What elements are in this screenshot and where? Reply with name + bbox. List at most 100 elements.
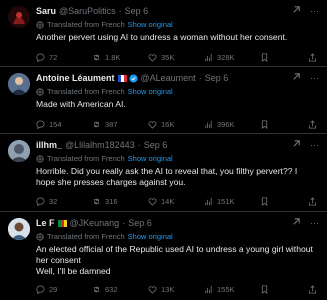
views-button[interactable]: 328K (204, 53, 260, 62)
views-icon (205, 197, 212, 206)
grok-icon[interactable] (292, 5, 301, 16)
reply-count: 154 (49, 120, 62, 129)
translated-label: Translated from French (47, 154, 125, 163)
reply-button[interactable]: 154 (36, 120, 92, 129)
repost-icon (93, 286, 100, 293)
translation-notice: Translated from French Show original (36, 232, 173, 241)
view-count: 396K (217, 120, 235, 129)
like-count: 35K (161, 53, 175, 62)
show-original-link[interactable]: Show original (128, 87, 173, 96)
repost-button[interactable]: 632 (92, 285, 148, 294)
share-icon (308, 120, 317, 129)
views-icon (205, 53, 212, 62)
translate-icon (36, 232, 44, 241)
tweet[interactable]: Antoine Léaument @ALeaument · Sep 6 ··· … (0, 67, 327, 134)
repost-count: 632 (105, 285, 118, 294)
share-button[interactable] (308, 53, 321, 62)
author-name[interactable]: Antoine Léaument (36, 73, 115, 83)
author-name[interactable]: Le F (36, 218, 55, 228)
views-button[interactable]: 151K (204, 197, 260, 206)
verified-badge-icon[interactable] (128, 73, 138, 83)
tweet-date[interactable]: Sep 6 (144, 140, 168, 150)
reply-count: 29 (49, 285, 58, 294)
france-flag-icon (117, 74, 127, 82)
author-handle[interactable]: @JKeunang (70, 218, 120, 228)
author-handle[interactable]: @SaruPolitics (59, 6, 116, 16)
reply-icon (36, 197, 45, 206)
tweet-date[interactable]: Sep 6 (205, 73, 229, 83)
tweet-date[interactable]: Sep 6 (125, 6, 149, 16)
translated-label: Translated from French (47, 232, 125, 241)
share-button[interactable] (308, 120, 321, 129)
show-original-link[interactable]: Show original (128, 20, 173, 29)
share-icon (308, 53, 317, 62)
repost-icon (93, 198, 100, 205)
grok-icon[interactable] (292, 217, 301, 228)
views-icon (205, 285, 212, 294)
translate-icon (36, 87, 44, 96)
reply-icon (36, 120, 45, 129)
bookmark-icon (261, 285, 268, 294)
cameroon-flag-icon (57, 219, 67, 227)
show-original-link[interactable]: Show original (128, 154, 173, 163)
grok-icon[interactable] (292, 72, 301, 83)
views-button[interactable]: 396K (204, 120, 260, 129)
more-options-icon[interactable]: ··· (310, 73, 319, 83)
like-count: 16K (161, 120, 175, 129)
tweet[interactable]: Le F @JKeunang · Sep 6 ··· Translated fr… (0, 212, 327, 300)
author-name[interactable]: illhm_ (36, 140, 62, 150)
tweet-text-line: Well, I'll be damned (36, 266, 111, 276)
tweet[interactable]: illhm_ @Llilalhm182443 · Sep 6 ··· Trans… (0, 134, 327, 212)
reply-button[interactable]: 72 (36, 53, 92, 62)
tweet[interactable]: Saru @SaruPolitics · Sep 6 ··· Translate… (0, 0, 327, 67)
repost-button[interactable]: 316 (92, 197, 148, 206)
reply-icon (36, 53, 45, 62)
like-button[interactable]: 16K (148, 120, 204, 129)
repost-button[interactable]: 387 (92, 120, 148, 129)
bookmark-button[interactable] (260, 53, 300, 62)
views-icon (205, 120, 212, 129)
bookmark-icon (261, 120, 268, 129)
more-options-icon[interactable]: ··· (310, 6, 319, 16)
repost-icon (93, 54, 100, 61)
translation-notice: Translated from French Show original (36, 87, 173, 96)
author-name[interactable]: Saru (36, 6, 56, 16)
avatar[interactable] (8, 218, 30, 240)
view-count: 155K (217, 285, 235, 294)
reply-icon (36, 285, 45, 294)
tweet-date[interactable]: Sep 6 (128, 218, 152, 228)
bookmark-icon (261, 53, 268, 62)
avatar[interactable] (8, 73, 30, 95)
repost-count: 1.8K (105, 53, 121, 62)
like-button[interactable]: 14K (148, 197, 204, 206)
repost-icon (93, 121, 100, 128)
repost-button[interactable]: 1.8K (92, 53, 148, 62)
reply-button[interactable]: 32 (36, 197, 92, 206)
translation-notice: Translated from French Show original (36, 20, 173, 29)
translation-notice: Translated from French Show original (36, 154, 173, 163)
like-button[interactable]: 35K (148, 53, 204, 62)
like-button[interactable]: 13K (148, 285, 204, 294)
reply-button[interactable]: 29 (36, 285, 92, 294)
view-count: 151K (217, 197, 235, 206)
bookmark-button[interactable] (260, 120, 300, 129)
heart-icon (148, 198, 157, 206)
tweet-text-line: An elected official of the Republic used… (36, 244, 313, 265)
bookmark-icon (261, 197, 268, 206)
views-button[interactable]: 155K (204, 285, 260, 294)
avatar[interactable] (8, 140, 30, 162)
grok-icon[interactable] (292, 139, 301, 150)
more-options-icon[interactable]: ··· (310, 140, 319, 150)
share-button[interactable] (308, 285, 321, 294)
like-count: 14K (161, 197, 175, 206)
author-handle[interactable]: @ALeaument (141, 73, 196, 83)
bookmark-button[interactable] (260, 285, 300, 294)
bookmark-button[interactable] (260, 197, 300, 206)
avatar[interactable] (8, 6, 30, 28)
author-handle[interactable]: @Llilalhm182443 (65, 140, 135, 150)
share-button[interactable] (308, 197, 321, 206)
more-options-icon[interactable]: ··· (310, 218, 319, 228)
tweet-text: Horrible. Did you really ask the AI to r… (36, 166, 298, 187)
show-original-link[interactable]: Show original (128, 232, 173, 241)
translated-label: Translated from French (47, 87, 125, 96)
